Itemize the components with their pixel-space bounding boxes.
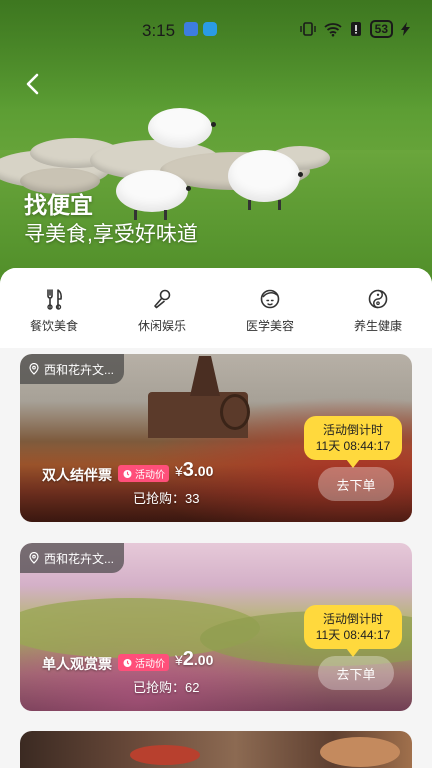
location-tag: 西和花卉文... bbox=[20, 354, 125, 384]
notification-icon bbox=[184, 22, 198, 36]
vibrate-icon bbox=[299, 22, 316, 36]
alert-icon bbox=[350, 22, 361, 36]
category-label: 医学美容 bbox=[245, 319, 294, 333]
hero-title: 找便宜 bbox=[24, 192, 93, 218]
category-entertainment[interactable]: 休闲娱乐 bbox=[108, 268, 216, 348]
sheep-illustration bbox=[148, 108, 216, 148]
countdown-bubble: 活动倒计时 11天 08:44:17 bbox=[304, 605, 402, 657]
price-currency: ¥ bbox=[175, 652, 183, 668]
countdown-label: 活动倒计时 bbox=[322, 612, 383, 626]
yin-yang-icon bbox=[368, 289, 388, 309]
location-text: 西和花卉文... bbox=[44, 551, 115, 566]
page: 3:15 53 找便宜 寻美食,享受好味道 餐饮美食 休闲娱乐 医学美容 养生健… bbox=[0, 0, 432, 768]
deal-card[interactable] bbox=[20, 731, 412, 768]
alarm-clock-icon bbox=[123, 659, 132, 667]
category-label: 养生健康 bbox=[353, 319, 402, 333]
location-pin-icon bbox=[29, 552, 39, 564]
status-bar: 3:15 53 bbox=[0, 0, 432, 60]
countdown-time: 11天 08:44:17 bbox=[315, 628, 391, 642]
category-wellness[interactable]: 养生健康 bbox=[324, 268, 432, 348]
app-notification-icon bbox=[203, 22, 217, 36]
price: ¥3.00 bbox=[175, 459, 213, 482]
ticket-title: 单人观赏票 bbox=[42, 656, 112, 672]
sold-count: 已抢购：62 bbox=[133, 680, 200, 695]
face-icon bbox=[260, 289, 280, 309]
order-button[interactable]: 去下单 bbox=[318, 656, 394, 690]
category-label: 餐饮美食 bbox=[29, 319, 78, 333]
wifi-icon bbox=[324, 23, 342, 37]
microphone-icon bbox=[154, 289, 171, 309]
order-button[interactable]: 去下单 bbox=[318, 467, 394, 501]
price-integer: 2 bbox=[182, 648, 194, 670]
alarm-clock-icon bbox=[123, 470, 132, 478]
sheep-illustration bbox=[228, 150, 303, 210]
location-text: 西和花卉文... bbox=[44, 362, 115, 377]
sold-count: 已抢购：33 bbox=[133, 491, 200, 506]
promo-badge: 活动价 bbox=[118, 654, 169, 671]
status-time: 3:15 bbox=[142, 21, 176, 40]
countdown-bubble: 活动倒计时 11天 08:44:17 bbox=[304, 416, 402, 468]
hero-banner: 3:15 53 找便宜 寻美食,享受好味道 bbox=[0, 0, 432, 290]
promo-badge: 活动价 bbox=[118, 465, 169, 482]
food-illustration bbox=[130, 745, 200, 765]
deal-card[interactable]: 西和花卉文... 活动倒计时 11天 08:44:17 双人结伴票 活动价 ¥3… bbox=[20, 354, 412, 522]
category-label: 休闲娱乐 bbox=[137, 319, 186, 333]
charging-icon bbox=[401, 22, 410, 36]
sheep-illustration bbox=[116, 170, 191, 220]
deal-card[interactable]: 西和花卉文... 活动倒计时 11天 08:44:17 单人观赏票 活动价 ¥2… bbox=[20, 543, 412, 711]
countdown-time: 11天 08:44:17 bbox=[315, 439, 391, 453]
battery-indicator: 53 bbox=[369, 20, 393, 38]
location-pin-icon bbox=[29, 363, 39, 375]
utensils-icon bbox=[47, 289, 62, 310]
category-bar: 餐饮美食 休闲娱乐 医学美容 养生健康 bbox=[0, 268, 432, 348]
category-dining[interactable]: 餐饮美食 bbox=[0, 268, 108, 348]
price-currency: ¥ bbox=[175, 463, 183, 479]
back-arrow-icon[interactable] bbox=[20, 70, 48, 98]
location-tag: 西和花卉文... bbox=[20, 543, 125, 573]
category-cosmetic[interactable]: 医学美容 bbox=[216, 268, 324, 348]
price-integer: 3 bbox=[182, 459, 194, 481]
price-decimal: .00 bbox=[193, 463, 214, 479]
ticket-title: 双人结伴票 bbox=[42, 467, 112, 483]
countdown-label: 活动倒计时 bbox=[322, 423, 383, 437]
price: ¥2.00 bbox=[175, 648, 213, 671]
hero-subtitle: 寻美食,享受好味道 bbox=[24, 223, 198, 246]
price-decimal: .00 bbox=[193, 652, 214, 668]
